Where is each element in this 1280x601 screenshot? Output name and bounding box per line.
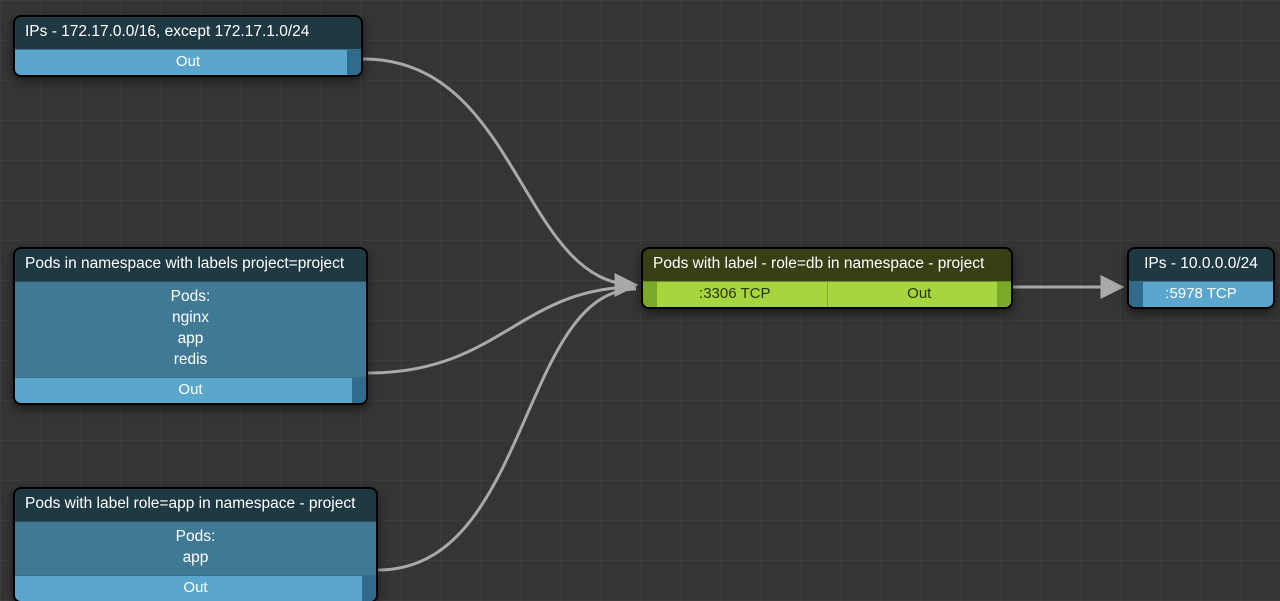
node-ips-1-port-out[interactable]: Out [15, 49, 361, 75]
port-handle-icon[interactable] [362, 576, 376, 601]
port-label: Out [183, 579, 207, 596]
node-app-pods-port-out[interactable]: Out [15, 575, 376, 601]
node-ips-2-port-in[interactable]: :5978 TCP [1129, 281, 1273, 307]
node-ns-pods-title: Pods in namespace with labels project=pr… [15, 249, 366, 281]
edge-ns-pods-to-db [368, 287, 636, 373]
port-label: Out [907, 285, 931, 302]
node-ips-2-title: IPs - 10.0.0.0/24 [1129, 249, 1273, 281]
port-label: :3306 TCP [699, 285, 770, 302]
body-line: app [25, 548, 366, 569]
port-handle-icon[interactable] [643, 282, 657, 307]
port-handle-icon[interactable] [1129, 282, 1143, 307]
body-line: nginx [25, 308, 356, 329]
body-line: app [25, 329, 356, 350]
node-ns-pods-body: Pods: nginx app redis [15, 281, 366, 377]
node-ns-pods-port-out[interactable]: Out [15, 377, 366, 403]
node-app-pods-title: Pods with label role=app in namespace - … [15, 489, 376, 521]
port-label: :5978 TCP [1165, 285, 1236, 302]
node-ns-pods[interactable]: Pods in namespace with labels project=pr… [13, 247, 368, 405]
edge-ips1-to-db [363, 59, 636, 285]
node-ips-2[interactable]: IPs - 10.0.0.0/24 :5978 TCP [1127, 247, 1275, 309]
port-handle-icon[interactable] [352, 378, 366, 403]
node-ips-1-title: IPs - 172.17.0.0/16, except 172.17.1.0/2… [15, 17, 361, 49]
body-heading: Pods: [25, 527, 366, 548]
port-label: Out [176, 53, 200, 70]
edge-app-pods-to-db [378, 289, 636, 570]
port-handle-icon[interactable] [997, 282, 1011, 307]
body-line: redis [25, 350, 356, 371]
node-ips-1[interactable]: IPs - 172.17.0.0/16, except 172.17.1.0/2… [13, 15, 363, 77]
port-handle-icon[interactable] [347, 50, 361, 75]
body-heading: Pods: [25, 287, 356, 308]
node-app-pods-body: Pods: app [15, 521, 376, 575]
node-app-pods[interactable]: Pods with label role=app in namespace - … [13, 487, 378, 601]
node-db-pods-title: Pods with label - role=db in namespace -… [643, 249, 1011, 281]
port-label: Out [178, 381, 202, 398]
node-db-pods[interactable]: Pods with label - role=db in namespace -… [641, 247, 1013, 309]
node-db-pods-port-out[interactable]: Out [827, 281, 1012, 307]
node-db-pods-port-in[interactable]: :3306 TCP [643, 281, 827, 307]
